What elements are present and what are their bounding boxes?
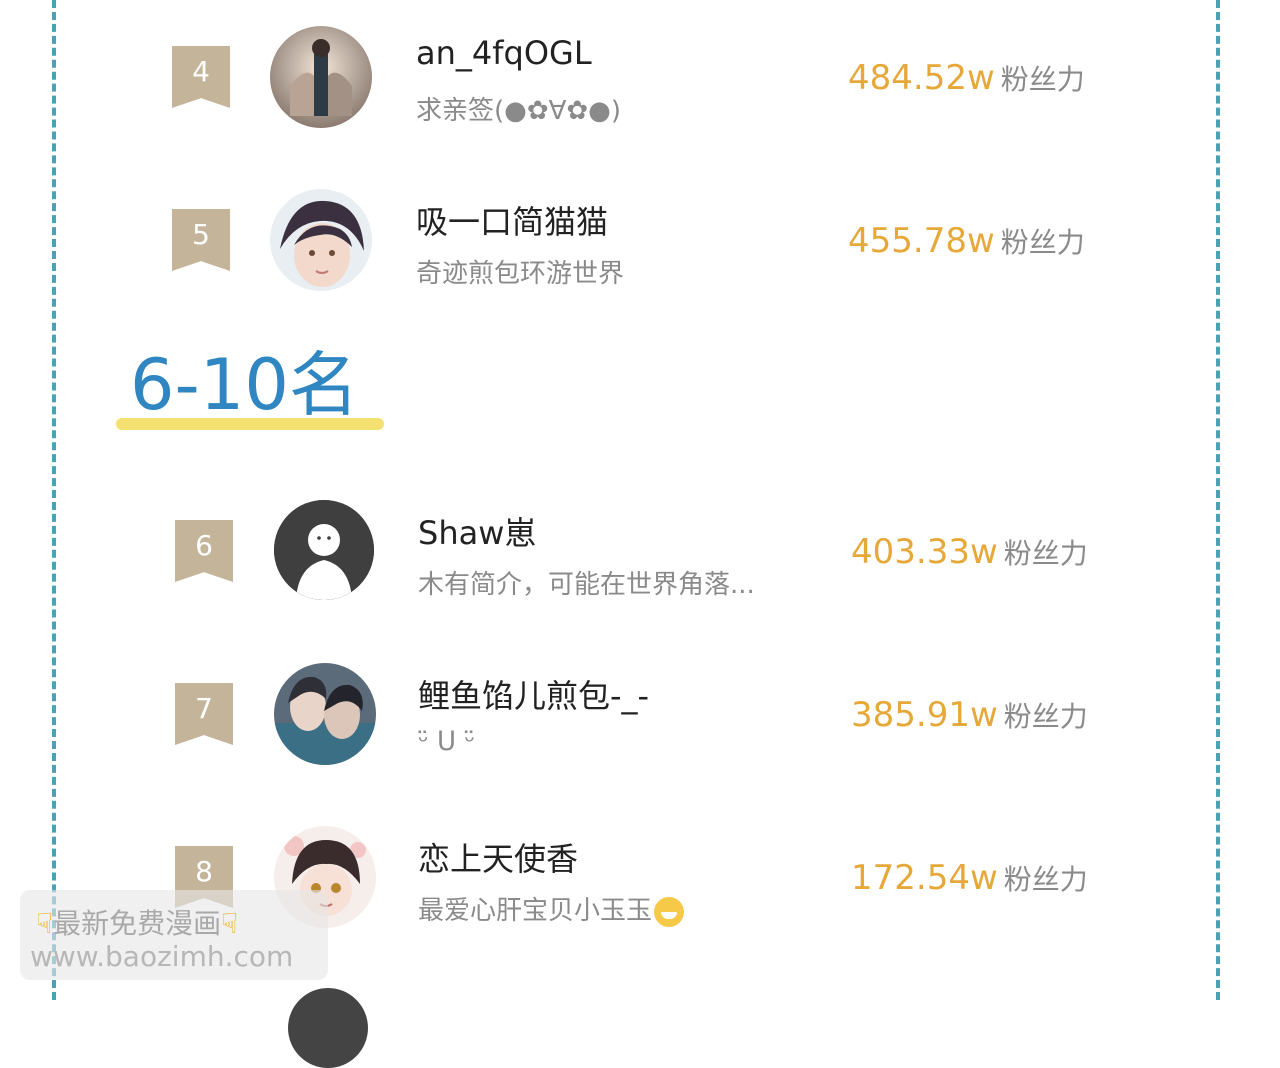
score-unit: 粉丝力 <box>1000 226 1085 259</box>
user-description: 最爱心肝宝贝小玉玉 <box>418 890 685 927</box>
section-title: 6-10名 <box>130 344 359 426</box>
user-name[interactable]: 恋上天使香 <box>418 834 578 880</box>
user-name[interactable]: an_4fqOGL <box>416 34 592 72</box>
user-description: ᵕ̈ ᑌ ᵕ̈ <box>418 727 476 757</box>
pointing-down-hand-icon: ☟ <box>221 907 239 940</box>
rank-badge: 4 <box>172 46 230 108</box>
ranking-row[interactable]: 7 鲤鱼馅儿煎包-_- ᵕ̈ ᑌ ᵕ̈ 385.91w 粉丝力 <box>0 663 1280 783</box>
user-avatar[interactable] <box>270 26 372 128</box>
user-name[interactable]: Shaw崽 <box>418 508 536 554</box>
grinning-face-emoji-icon <box>654 896 685 927</box>
watermark-line1: ☟最新免费漫画☟ <box>36 902 238 942</box>
score-value: 385.91w <box>851 695 998 735</box>
fan-power-score: 385.91w 粉丝力 <box>851 695 1088 735</box>
fan-power-score: 403.33w 粉丝力 <box>851 532 1088 572</box>
fan-power-score: 455.78w 粉丝力 <box>848 221 1085 261</box>
user-name[interactable]: 吸一口简猫猫 <box>416 197 608 243</box>
ranking-row[interactable]: 4 an_4fqOGL 求亲签(●✿∀✿●) 484.52w 粉丝力 <box>0 26 1280 146</box>
watermark-text: 最新免费漫画 <box>53 907 222 940</box>
score-value: 455.78w <box>848 221 995 261</box>
rank-badge: 7 <box>175 683 233 745</box>
score-unit: 粉丝力 <box>1000 63 1085 96</box>
description-text: 最爱心肝宝贝小玉玉 <box>418 896 653 926</box>
fan-power-score: 484.52w 粉丝力 <box>848 58 1085 98</box>
user-description: 木有简介，可能在世界角落... <box>418 570 755 600</box>
user-avatar-partial[interactable] <box>288 988 368 1068</box>
watermark-url: www.baozimh.com <box>30 940 294 973</box>
score-unit: 粉丝力 <box>1003 863 1088 896</box>
score-value: 172.54w <box>851 858 998 898</box>
score-unit: 粉丝力 <box>1003 700 1088 733</box>
default-user-avatar[interactable] <box>274 500 374 600</box>
score-value: 484.52w <box>848 58 995 98</box>
score-value: 403.33w <box>851 532 998 572</box>
score-unit: 粉丝力 <box>1003 537 1088 570</box>
pointing-down-hand-icon: ☟ <box>36 907 54 940</box>
fan-power-score: 172.54w 粉丝力 <box>851 858 1088 898</box>
watermark: ☟最新免费漫画☟ www.baozimh.com <box>20 890 328 980</box>
rank-badge: 5 <box>172 209 230 271</box>
user-avatar[interactable] <box>274 663 376 765</box>
user-description: 求亲签(●✿∀✿●) <box>416 96 622 126</box>
user-name[interactable]: 鲤鱼馅儿煎包-_- <box>418 671 649 717</box>
user-avatar[interactable] <box>270 189 372 291</box>
rank-badge: 6 <box>175 520 233 582</box>
user-description: 奇迹煎包环游世界 <box>416 259 625 289</box>
ranking-row[interactable]: 6 Shaw崽 木有简介，可能在世界角落... 403.33w 粉丝力 <box>0 500 1280 620</box>
ranking-row[interactable]: 5 吸一口简猫猫 奇迹煎包环游世界 455.78w 粉丝力 <box>0 189 1280 309</box>
